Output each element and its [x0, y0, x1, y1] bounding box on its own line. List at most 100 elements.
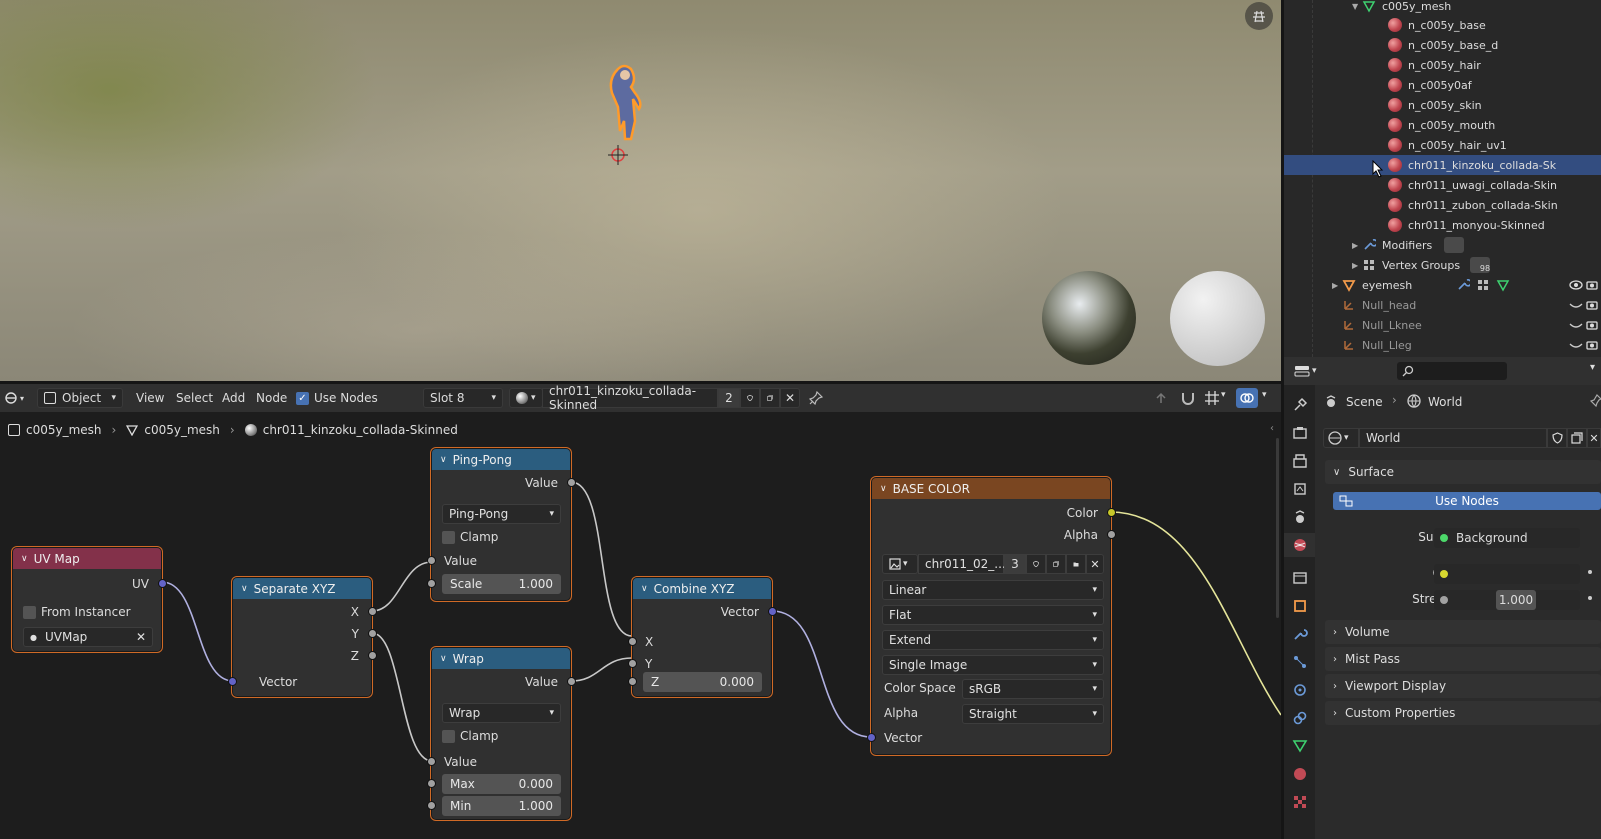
- socket-input-x[interactable]: [628, 637, 637, 646]
- menu-add[interactable]: Add: [222, 391, 245, 405]
- clear-close-icon[interactable]: ✕: [136, 630, 146, 644]
- eye-closed-icon[interactable]: [1569, 338, 1583, 352]
- scene-tab-icon[interactable]: [1292, 509, 1308, 525]
- eye-icon[interactable]: [1569, 278, 1583, 292]
- socket-input-value[interactable]: [427, 757, 436, 766]
- editor-type-selector[interactable]: ▾: [4, 389, 32, 407]
- socket-input-y[interactable]: [628, 659, 637, 668]
- slot-dropdown[interactable]: Slot 8 ▾: [423, 388, 503, 408]
- panel-custom-properties-header[interactable]: › Custom Properties: [1325, 701, 1601, 725]
- keyframe-dot-icon[interactable]: [1588, 596, 1592, 600]
- image-name-field[interactable]: chr011_02_...: [918, 554, 1006, 574]
- pin-icon[interactable]: [809, 391, 823, 405]
- camera-icon[interactable]: [1585, 338, 1599, 352]
- outliner-row-material[interactable]: chr011_zubon_collada-Skin: [1284, 195, 1601, 215]
- outliner-row-mesh[interactable]: ▼ c005y_mesh: [1284, 0, 1601, 16]
- node-header[interactable]: ∨ Ping-Pong: [432, 449, 570, 470]
- snap-grid-icon[interactable]: [1204, 390, 1220, 406]
- socket-input-z[interactable]: [628, 677, 637, 686]
- material-name-field[interactable]: chr011_kinzoku_collada-Skinned: [542, 384, 718, 412]
- texture-tab-icon[interactable]: [1292, 794, 1308, 810]
- strength-field[interactable]: 1.000: [1434, 590, 1580, 610]
- socket-input-min[interactable]: [427, 801, 436, 810]
- chevron-down-icon[interactable]: ▾: [1221, 390, 1226, 400]
- menu-node[interactable]: Node: [256, 391, 287, 405]
- outliner-row-material[interactable]: n_c005y_hair_uv1: [1284, 135, 1601, 155]
- socket-output-value[interactable]: [567, 478, 576, 487]
- duplicate-image-icon[interactable]: [1046, 554, 1066, 574]
- menu-view[interactable]: View: [136, 391, 164, 405]
- camera-icon[interactable]: [1585, 318, 1599, 332]
- node-combine-xyz[interactable]: ∨ Combine XYZ Vector X Y Z 0.000: [628, 577, 777, 697]
- socket-output-x[interactable]: [368, 607, 377, 616]
- modifiers-tab-icon[interactable]: [1292, 626, 1308, 642]
- socket-output-value[interactable]: [567, 677, 576, 686]
- outliner-row-empty[interactable]: Null_head: [1284, 295, 1601, 315]
- outliner-row-material[interactable]: chr011_uwagi_collada-Skin: [1284, 175, 1601, 195]
- clamp-checkbox[interactable]: [442, 531, 455, 544]
- 3d-viewport[interactable]: [0, 0, 1281, 381]
- panel-mist-pass-header[interactable]: › Mist Pass: [1325, 647, 1601, 671]
- uvmap-field[interactable]: ● UVMap ✕: [23, 627, 153, 647]
- parent-node-tree-icon[interactable]: [1154, 391, 1168, 405]
- unlink-material-close-icon[interactable]: ✕: [780, 388, 800, 408]
- min-field[interactable]: Min 1.000: [442, 796, 561, 816]
- max-field[interactable]: Max 0.000: [442, 774, 561, 794]
- open-image-folder-icon[interactable]: [1066, 554, 1086, 574]
- node-uv-map[interactable]: ∨ UV Map UV From Instancer ● UVMap ✕: [12, 547, 167, 652]
- socket-output-z[interactable]: [368, 651, 377, 660]
- outliner-row-empty[interactable]: Null_Lknee: [1284, 315, 1601, 335]
- interpolation-dropdown[interactable]: Linear ▾: [882, 580, 1104, 600]
- extension-dropdown[interactable]: Extend ▾: [882, 630, 1104, 650]
- outliner-row-material[interactable]: n_c005y_base_d: [1284, 35, 1601, 55]
- clamp-checkbox[interactable]: [442, 730, 455, 743]
- node-header[interactable]: ∨ Wrap: [432, 648, 570, 669]
- material-browse-button[interactable]: ▾: [509, 388, 543, 408]
- output-tab-icon[interactable]: [1292, 453, 1308, 469]
- collapse-chevron-icon[interactable]: ∨: [241, 584, 248, 594]
- outliner-row-material-selected[interactable]: chr011_kinzoku_collada-Sk: [1284, 155, 1601, 175]
- surface-shader-field[interactable]: Background: [1434, 528, 1580, 548]
- outliner-row-material[interactable]: n_c005y_skin: [1284, 95, 1601, 115]
- world-color-field[interactable]: [1434, 564, 1580, 584]
- overlays-toggle-icon[interactable]: [1236, 388, 1258, 408]
- socket-input-scale[interactable]: [427, 579, 436, 588]
- panel-viewport-display-header[interactable]: › Viewport Display: [1325, 674, 1601, 698]
- socket-output-alpha[interactable]: [1107, 530, 1116, 539]
- shader-type-dropdown[interactable]: Object ▾: [37, 388, 123, 408]
- data-tab-icon[interactable]: [1292, 738, 1308, 754]
- alpha-mode-dropdown[interactable]: Straight ▾: [962, 704, 1104, 724]
- outliner-row-material[interactable]: n_c005y_base: [1284, 15, 1601, 35]
- particles-tab-icon[interactable]: [1292, 654, 1308, 670]
- render-tab-icon[interactable]: [1292, 425, 1308, 441]
- outliner-row-material[interactable]: chr011_monyou-Skinned: [1284, 215, 1601, 235]
- socket-output-uv[interactable]: [158, 579, 167, 588]
- node-separate-xyz[interactable]: ∨ Separate XYZ X Y Z Vector: [228, 577, 377, 697]
- node-ping-pong[interactable]: ∨ Ping-Pong Value Ping-Pong ▾ Clamp Value …: [427, 448, 576, 601]
- constraints-tab-icon[interactable]: [1292, 710, 1308, 726]
- socket-input-value[interactable]: [427, 556, 436, 565]
- chevron-down-icon[interactable]: ▾: [1262, 390, 1267, 400]
- expand-triangle-icon[interactable]: ▶: [1352, 261, 1362, 270]
- fake-user-shield-icon[interactable]: [1026, 554, 1046, 574]
- fake-user-shield-icon[interactable]: [740, 388, 760, 408]
- properties-search-input[interactable]: [1397, 362, 1507, 380]
- node-header[interactable]: ∨ Separate XYZ: [233, 578, 371, 599]
- view-layer-tab-icon[interactable]: [1292, 481, 1308, 497]
- physics-tab-icon[interactable]: [1292, 682, 1308, 698]
- outliner-row-modifiers[interactable]: ▶ Modifiers: [1284, 235, 1601, 255]
- image-users-count[interactable]: 3: [1004, 554, 1026, 574]
- sidebar-toggle-chevron-icon[interactable]: ‹: [1270, 423, 1274, 434]
- eye-closed-icon[interactable]: [1569, 298, 1583, 312]
- socket-output-color[interactable]: [1107, 508, 1116, 517]
- outliner[interactable]: ▼ c005y_mesh n_c005y_base n_c005y_base_d…: [1284, 0, 1601, 357]
- world-browse-button[interactable]: ▾: [1323, 428, 1359, 448]
- projection-dropdown[interactable]: Flat ▾: [882, 605, 1104, 625]
- node-header[interactable]: ∨ UV Map: [13, 548, 161, 569]
- keyframe-dot-icon[interactable]: [1588, 570, 1592, 574]
- world-tab-icon[interactable]: [1292, 537, 1308, 553]
- object-tab-icon[interactable]: [1292, 598, 1308, 614]
- socket-input-max[interactable]: [427, 779, 436, 788]
- tool-tab-icon[interactable]: [1292, 397, 1308, 413]
- grid-toggle-icon[interactable]: [1245, 2, 1273, 30]
